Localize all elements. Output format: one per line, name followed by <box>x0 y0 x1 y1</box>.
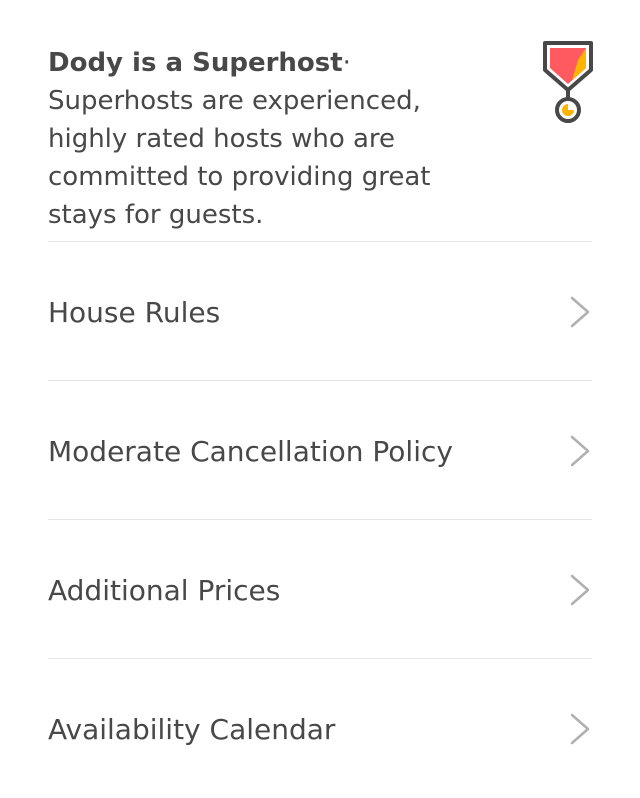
chevron-right-icon <box>570 574 590 606</box>
additional-prices-label: Additional Prices <box>48 573 281 607</box>
superhost-title: Dody is a Superhost <box>48 48 343 78</box>
chevron-right-icon <box>570 296 590 328</box>
house-rules-row[interactable]: House Rules <box>48 243 592 381</box>
chevron-right-icon <box>570 713 590 745</box>
divider <box>48 241 592 242</box>
cancellation-policy-row[interactable]: Moderate Cancellation Policy <box>48 382 592 520</box>
divider <box>48 658 592 659</box>
chevron-right-icon <box>570 435 590 467</box>
divider <box>48 519 592 520</box>
superhost-section: Dody is a Superhost· Superhosts are expe… <box>48 41 608 230</box>
cancellation-policy-label: Moderate Cancellation Policy <box>48 434 453 468</box>
house-rules-label: House Rules <box>48 295 221 329</box>
additional-prices-row[interactable]: Additional Prices <box>48 521 592 659</box>
superhost-description-block: Dody is a Superhost· Superhosts are expe… <box>48 44 488 234</box>
superhost-badge-icon <box>542 40 594 124</box>
availability-calendar-label: Availability Calendar <box>48 712 336 746</box>
divider <box>48 380 592 381</box>
availability-calendar-row[interactable]: Availability Calendar <box>48 660 592 798</box>
